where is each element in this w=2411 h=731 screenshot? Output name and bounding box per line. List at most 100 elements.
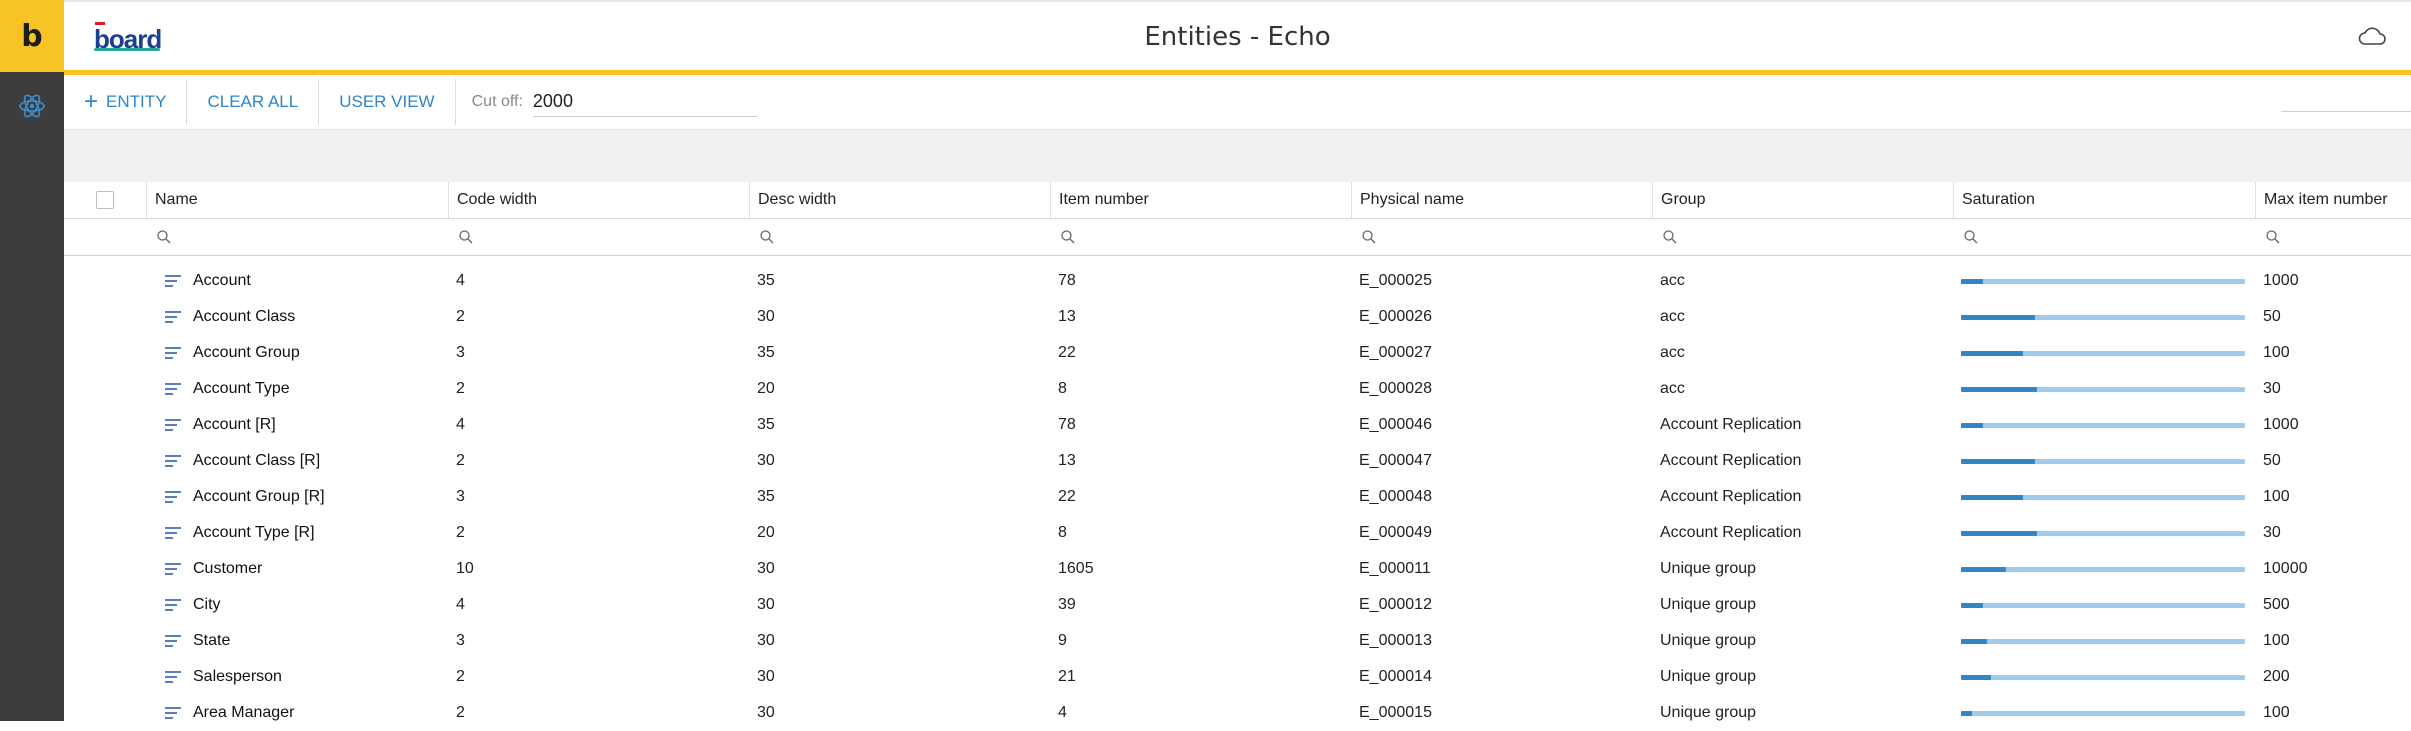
physical-name-cell: E_000048 [1359,488,1432,505]
user-view-label: USER VIEW [339,92,435,111]
entity-name[interactable]: Account Group [R] [193,488,325,506]
entities-nav-icon[interactable] [12,86,52,126]
entity-name[interactable]: Account Type [R] [193,524,315,542]
column-header-item-number[interactable]: Item number [1050,182,1351,218]
cutoff-input[interactable] [532,87,757,117]
entity-name[interactable]: State [193,632,230,650]
table-row[interactable]: Account Class 2 30 13 E_000026 acc 50 [64,299,2411,335]
table-row[interactable]: Salesperson 2 30 21 E_000014 Unique grou… [64,659,2411,695]
entity-name[interactable]: Salesperson [193,668,282,686]
max-item-number-cell: 10000 [2263,560,2308,577]
group-cell: acc [1660,272,1685,289]
code-width-cell: 3 [456,344,465,361]
saturation-bar [1961,602,2245,608]
app-logo-letter: b [21,18,43,54]
filter-physical-name[interactable] [1351,219,1652,255]
table-row[interactable]: Area Manager 2 30 4 E_000015 Unique grou… [64,695,2411,731]
filter-name[interactable] [146,219,448,255]
filter-max-item-number[interactable] [2255,219,2411,255]
table-row[interactable]: Account 4 35 78 E_000025 acc 1000 [64,263,2411,299]
column-header-name[interactable]: Name [146,182,448,218]
list-icon [165,347,181,359]
max-item-number-cell: 30 [2263,524,2281,541]
table-row[interactable]: City 4 30 39 E_000012 Unique group 500 [64,587,2411,623]
list-icon [165,275,181,287]
table-row[interactable]: Account Type 2 20 8 E_000028 acc 30 [64,371,2411,407]
list-icon [165,599,181,611]
search-icon [760,230,774,244]
max-item-number-cell: 1000 [2263,416,2299,433]
saturation-bar [1961,674,2245,680]
column-header-code-width[interactable]: Code width [448,182,749,218]
group-cell: Unique group [1660,704,1757,721]
grouping-band [64,129,2411,182]
max-item-number-cell: 100 [2263,344,2290,361]
code-width-cell: 4 [456,596,465,613]
add-entity-button[interactable]: + ENTITY [64,79,188,125]
filter-item-number[interactable] [1050,219,1351,255]
table-row[interactable]: Customer 10 30 1605 E_000011 Unique grou… [64,551,2411,587]
max-item-number-cell: 50 [2263,308,2281,325]
item-number-cell: 22 [1058,344,1076,361]
column-header-physical-name[interactable]: Physical name [1351,182,1652,218]
table-row[interactable]: State 3 30 9 E_000013 Unique group 100 [64,623,2411,659]
toolbar: + ENTITY CLEAR ALL USER VIEW Cut off: [64,75,2411,129]
saturation-bar [1961,314,2245,320]
physical-name-cell: E_000025 [1359,272,1432,289]
entity-name[interactable]: Area Manager [193,704,294,722]
group-cell: Account Replication [1660,524,1802,541]
select-all-checkbox[interactable] [96,191,114,209]
code-width-cell: 3 [456,632,465,649]
filter-saturation[interactable] [1953,219,2255,255]
max-item-number-cell: 100 [2263,704,2290,721]
app-logo[interactable]: b [0,0,64,72]
saturation-fill [1961,638,1987,644]
physical-name-cell: E_000046 [1359,416,1432,433]
entity-name[interactable]: Account [R] [193,416,276,434]
user-view-button[interactable]: USER VIEW [319,79,456,125]
search-icon [1663,230,1677,244]
max-item-number-cell: 50 [2263,452,2281,469]
desc-width-cell: 30 [757,308,775,325]
column-header-group[interactable]: Group [1652,182,1953,218]
left-rail: b [0,0,64,721]
desc-width-cell: 30 [757,452,775,469]
saturation-fill [1961,458,2035,464]
saturation-fill [1961,350,2024,356]
entity-name[interactable]: Account Type [193,380,290,398]
page-title: Entities - Echo [1144,22,1331,52]
column-header-saturation[interactable]: Saturation [1953,182,2255,218]
saturation-fill [1961,710,1973,716]
list-icon [165,311,181,323]
table-row[interactable]: Account [R] 4 35 78 E_000046 Account Rep… [64,407,2411,443]
item-number-cell: 8 [1058,524,1067,541]
plus-icon: + [84,88,99,115]
entity-name[interactable]: Account Class [R] [193,452,320,470]
filter-group[interactable] [1652,219,1953,255]
table-row[interactable]: Account Type [R] 2 20 8 E_000049 Account… [64,515,2411,551]
item-number-cell: 4 [1058,704,1067,721]
code-width-cell: 2 [456,308,465,325]
entity-name[interactable]: Account Class [193,308,295,326]
group-cell: Account Replication [1660,488,1802,505]
code-width-cell: 2 [456,704,465,721]
search-icon [1964,230,1978,244]
column-header-desc-width[interactable]: Desc width [749,182,1050,218]
column-header-max-item-number[interactable]: Max item number [2255,182,2411,218]
cloud-icon[interactable] [2357,24,2387,48]
table-row[interactable]: Account Class [R] 2 30 13 E_000047 Accou… [64,443,2411,479]
filter-code-width[interactable] [448,219,749,255]
entity-name[interactable]: Account [193,272,251,290]
entity-name[interactable]: Customer [193,560,262,578]
entity-name[interactable]: Account Group [193,344,300,362]
saturation-bar [1961,710,2245,716]
clear-all-button[interactable]: CLEAR ALL [187,79,320,125]
filter-desc-width[interactable] [749,219,1050,255]
entity-name[interactable]: City [193,596,221,614]
search-icon [157,230,171,244]
code-width-cell: 2 [456,452,465,469]
table-row[interactable]: Account Group 3 35 22 E_000027 acc 100 [64,335,2411,371]
table-row[interactable]: Account Group [R] 3 35 22 E_000048 Accou… [64,479,2411,515]
desc-width-cell: 35 [757,344,775,361]
toolbar-search-underline[interactable] [2281,111,2411,112]
